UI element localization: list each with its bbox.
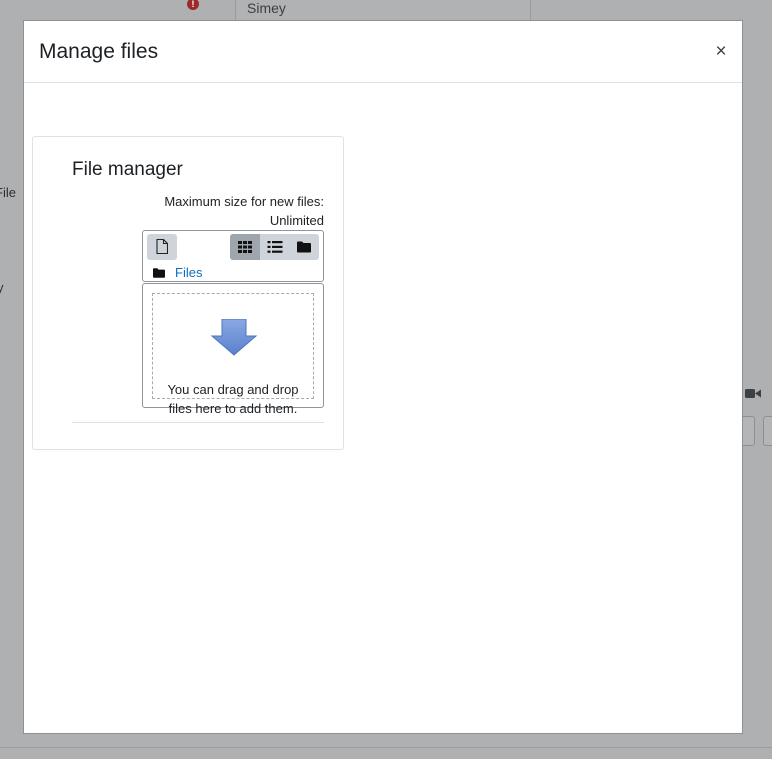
background-divider (0, 747, 772, 748)
file-manager-toolbar: Files (142, 230, 324, 282)
icon-view-button[interactable] (230, 234, 260, 260)
background-label: File (0, 185, 16, 200)
background-field-value: Simey (247, 0, 286, 16)
list-icon (267, 241, 282, 253)
download-arrow-icon (210, 319, 258, 356)
grid-icon (237, 241, 252, 253)
dialog-title: Manage files (39, 40, 159, 63)
background-toolbar-button (763, 416, 772, 446)
drop-text-line: files here to add them. (168, 401, 298, 416)
max-size-label: Maximum size for new files: (164, 194, 324, 209)
close-button[interactable]: × (712, 41, 730, 63)
drop-instructions: You can drag and drop files here to add … (153, 380, 313, 418)
dialog-header: Manage files × (24, 21, 742, 83)
view-mode-group (230, 234, 319, 260)
tree-view-button[interactable] (289, 234, 319, 260)
error-icon: ! (187, 0, 199, 10)
dropzone[interactable]: You can drag and drop files here to add … (152, 293, 314, 416)
background-text-field: Simey (235, 0, 531, 21)
file-manager-heading: File manager (72, 159, 183, 180)
add-file-button[interactable] (147, 234, 177, 260)
folder-icon (297, 241, 312, 253)
file-manager-card: File manager Maximum size for new files:… (32, 136, 344, 450)
background-label: y (0, 280, 4, 295)
folder-icon (153, 267, 165, 278)
video-icon (745, 389, 761, 398)
max-size-info: Maximum size for new files: Unlimited (143, 192, 324, 230)
divider (72, 422, 324, 423)
breadcrumb-files-link[interactable]: Files (175, 265, 202, 280)
max-size-value: Unlimited (269, 213, 324, 228)
breadcrumb: Files (153, 265, 202, 280)
manage-files-dialog: Manage files × File manager Maximum size… (23, 20, 743, 734)
file-drop-area[interactable]: You can drag and drop files here to add … (142, 283, 324, 416)
drop-text-line: You can drag and drop (167, 382, 299, 397)
list-view-button[interactable] (260, 234, 290, 260)
file-icon (156, 239, 168, 254)
